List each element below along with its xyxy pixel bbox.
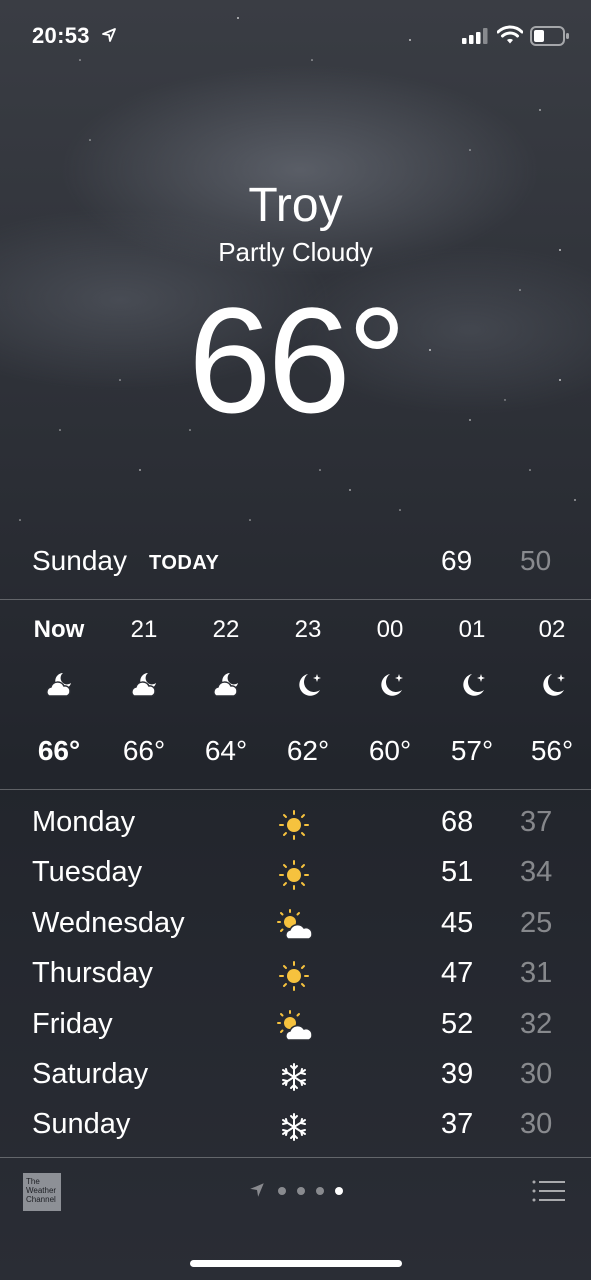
snowflake-icon: [282, 1063, 306, 1091]
daily-row: Sunday 37 30: [0, 1104, 591, 1154]
hour-column: 21 66°: [103, 600, 185, 790]
location-arrow-icon: [250, 1183, 264, 1197]
hour-temperature: 66°: [37, 735, 81, 766]
day-name: Sunday: [32, 1108, 131, 1140]
day-high: 37: [441, 1108, 474, 1140]
hourly-forecast[interactable]: Now 66° 21 66° 22 64° 23 62° 00 60° 01 5…: [0, 600, 591, 790]
daily-row: Friday 52 32: [0, 1004, 591, 1054]
weather-channel-logo[interactable]: The Weather Channel: [23, 1173, 61, 1211]
hour-temperature: 64°: [204, 735, 248, 766]
day-name: Thursday: [32, 957, 153, 989]
snowflake-icon: [282, 1113, 306, 1141]
page-dot[interactable]: [316, 1187, 324, 1195]
partly-cloudy-night-icon: [131, 673, 156, 697]
divider: [0, 789, 591, 790]
wifi-icon: [497, 25, 523, 44]
daily-row: Tuesday 51 34: [0, 852, 591, 902]
day-low: 37: [520, 806, 553, 838]
home-indicator[interactable]: [190, 1260, 402, 1267]
current-condition: Partly Cloudy: [218, 237, 373, 267]
status-bar: 20:53: [0, 0, 591, 70]
page-dot-active[interactable]: [335, 1187, 343, 1195]
page-dot[interactable]: [297, 1187, 305, 1195]
day-name: Monday: [32, 806, 136, 838]
partly-sunny-icon: [277, 1010, 313, 1041]
hour-column: 02 56°: [511, 600, 591, 790]
location-arrow-icon: [102, 28, 116, 42]
hour-column: Now 66°: [18, 600, 100, 790]
hour-label: 23: [294, 616, 322, 643]
day-low: 30: [520, 1108, 553, 1140]
sun-icon: [279, 860, 309, 890]
moon-stars-icon: [381, 674, 403, 696]
hour-column: 22 64°: [185, 600, 267, 790]
hour-label: 00: [376, 616, 404, 643]
divider: [0, 1157, 591, 1158]
hour-label: 01: [458, 616, 486, 643]
hour-temperature: 60°: [368, 735, 412, 766]
battery-icon: [530, 26, 569, 46]
sun-icon: [279, 961, 309, 991]
moon-stars-icon: [463, 674, 485, 696]
day-name: Friday: [32, 1008, 113, 1040]
daily-row: Saturday 39 30: [0, 1054, 591, 1104]
hour-column: 01 57°: [431, 600, 513, 790]
day-low: 25: [520, 907, 553, 939]
status-time: 20:53: [32, 23, 90, 48]
day-name: Saturday: [32, 1058, 149, 1090]
cellular-signal-icon: [462, 28, 488, 44]
city-list-icon[interactable]: [532, 1180, 566, 1202]
partly-cloudy-night-icon: [46, 673, 71, 697]
hour-label: 21: [130, 616, 158, 643]
moon-stars-icon: [543, 674, 565, 696]
hour-temperature: 56°: [530, 735, 574, 766]
day-high: 51: [441, 856, 474, 888]
day-low: 32: [520, 1008, 553, 1040]
day-low: 31: [520, 957, 553, 989]
today-high: 69: [441, 545, 473, 576]
hour-temperature: 66°: [122, 735, 166, 766]
city-name: Troy: [248, 179, 343, 232]
partly-cloudy-night-icon: [213, 673, 238, 697]
day-low: 30: [520, 1058, 553, 1090]
daily-row: Thursday 47 31: [0, 953, 591, 1003]
page-dot[interactable]: [278, 1187, 286, 1195]
partly-sunny-icon: [277, 909, 313, 940]
daily-row: Monday 68 37: [0, 802, 591, 852]
day-high: 68: [441, 806, 474, 838]
hour-label: Now: [33, 616, 85, 643]
daily-row: Wednesday 45 25: [0, 903, 591, 953]
today-day-name: Sunday: [32, 545, 127, 576]
hour-column: 23 62°: [267, 600, 349, 790]
hour-column: 00 60°: [349, 600, 431, 790]
day-name: Wednesday: [32, 907, 185, 939]
sun-icon: [279, 810, 309, 840]
hour-temperature: 62°: [286, 735, 330, 766]
today-summary-row: Sunday TODAY 69 50: [0, 540, 591, 592]
current-temperature: 66°: [188, 276, 407, 444]
hour-label: 22: [212, 616, 240, 643]
day-high: 47: [441, 957, 474, 989]
day-name: Tuesday: [32, 856, 143, 888]
day-low: 34: [520, 856, 553, 888]
moon-stars-icon: [299, 674, 321, 696]
today-low: 50: [520, 545, 552, 576]
hour-label: 02: [538, 616, 566, 643]
day-high: 45: [441, 907, 474, 939]
day-high: 52: [441, 1008, 474, 1040]
day-high: 39: [441, 1058, 474, 1090]
hour-temperature: 57°: [450, 735, 494, 766]
today-tag: TODAY: [149, 552, 220, 574]
